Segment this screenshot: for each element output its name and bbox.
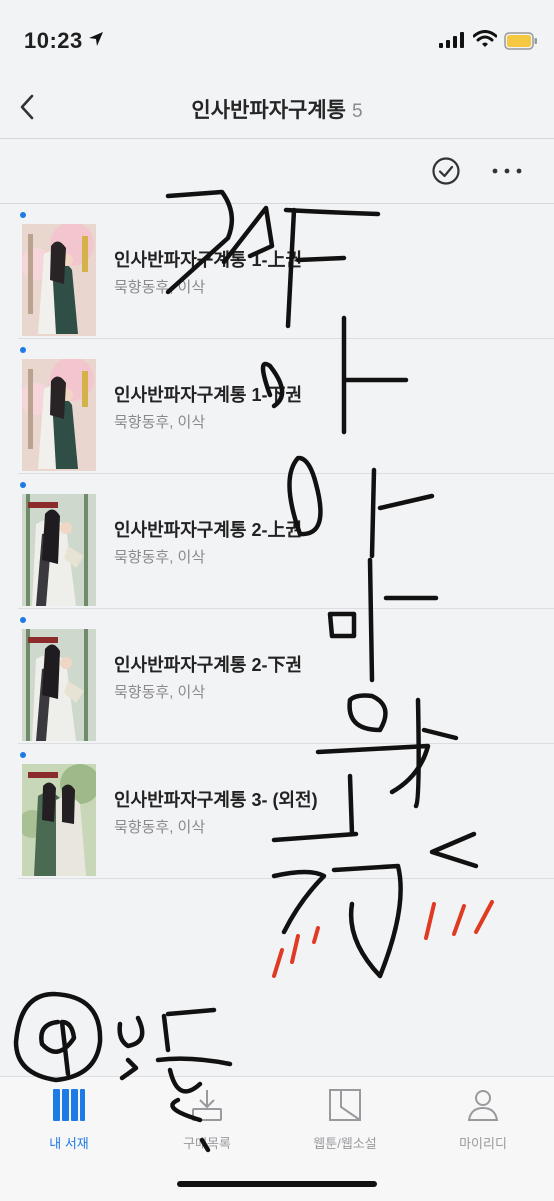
new-indicator-dot <box>20 212 26 218</box>
book-author: 묵향동후, 이삭 <box>114 684 206 701</box>
wifi-icon <box>473 30 497 47</box>
new-indicator-dot <box>20 617 26 623</box>
book-title: 인사반파자구계통 2-下권 <box>114 655 303 675</box>
series-title: 인사반파자구계통 <box>191 99 346 122</box>
book-item[interactable]: 인사반파자구계통 1-上권 묵향동후, 이삭 <box>18 204 554 339</box>
book-cover-image <box>22 494 96 606</box>
webtoon-icon <box>329 1089 361 1121</box>
book-author: 묵향동후, 이삭 <box>114 279 206 296</box>
book-item[interactable]: 인사반파자구계통 2-上권 묵향동후, 이삭 <box>18 474 554 609</box>
tab-webtoon[interactable]: 웹툰/웹소설 <box>276 1087 414 1157</box>
book-title: 인사반파자구계통 1-下권 <box>114 385 303 405</box>
new-indicator-dot <box>20 752 26 758</box>
book-item[interactable]: 인사반파자구계통 2-下권 묵향동후, 이삭 <box>18 609 554 744</box>
library-icon <box>53 1089 85 1121</box>
tab-label: 내 서재 <box>49 1136 89 1151</box>
tab-label: 구매목록 <box>183 1136 231 1151</box>
nav-header: 인사반파자구계통 5 <box>0 80 554 139</box>
location-arrow-icon <box>89 32 103 46</box>
tab-label: 마이리디 <box>459 1136 507 1151</box>
more-options-icon[interactable] <box>490 157 524 185</box>
list-toolbar <box>0 139 554 204</box>
book-cover-image <box>22 224 96 336</box>
status-bar: 10:23 <box>0 0 554 80</box>
book-item[interactable]: 인사반파자구계통 3- (외전) 묵향동후, 이삭 <box>18 744 554 879</box>
book-item[interactable]: 인사반파자구계통 1-下권 묵향동후, 이삭 <box>18 339 554 474</box>
book-title: 인사반파자구계통 2-上권 <box>114 520 303 540</box>
tab-my-ridi[interactable]: 마이리디 <box>414 1087 552 1157</box>
page-title: 인사반파자구계통 5 <box>0 94 554 124</box>
tab-purchase-list[interactable]: 구매목록 <box>138 1087 276 1157</box>
book-author: 묵향동후, 이삭 <box>114 414 206 431</box>
profile-icon <box>467 1090 499 1121</box>
book-title: 인사반파자구계통 3- (외전) <box>114 790 318 810</box>
book-cover-image <box>22 359 96 471</box>
book-author: 묵향동후, 이삭 <box>114 549 206 566</box>
tab-library[interactable]: 내 서재 <box>0 1087 138 1157</box>
book-cover-image <box>22 764 96 876</box>
book-count: 5 <box>351 101 363 122</box>
battery-icon <box>504 32 537 50</box>
new-indicator-dot <box>20 482 26 488</box>
purchase-list-icon <box>192 1090 222 1121</box>
book-title: 인사반파자구계통 1-上권 <box>114 250 303 270</box>
home-indicator <box>177 1181 377 1187</box>
new-indicator-dot <box>20 347 26 353</box>
book-list: 인사반파자구계통 1-上권 묵향동후, 이삭 인사반파자구계통 1-下권 묵향동… <box>0 204 554 879</box>
book-cover-image <box>22 629 96 741</box>
book-author: 묵향동후, 이삭 <box>114 819 206 836</box>
cellular-signal-icon <box>439 32 464 48</box>
tab-label: 웹툰/웹소설 <box>313 1136 377 1151</box>
status-time: 10:23 <box>24 28 83 53</box>
select-check-icon[interactable] <box>430 155 462 187</box>
